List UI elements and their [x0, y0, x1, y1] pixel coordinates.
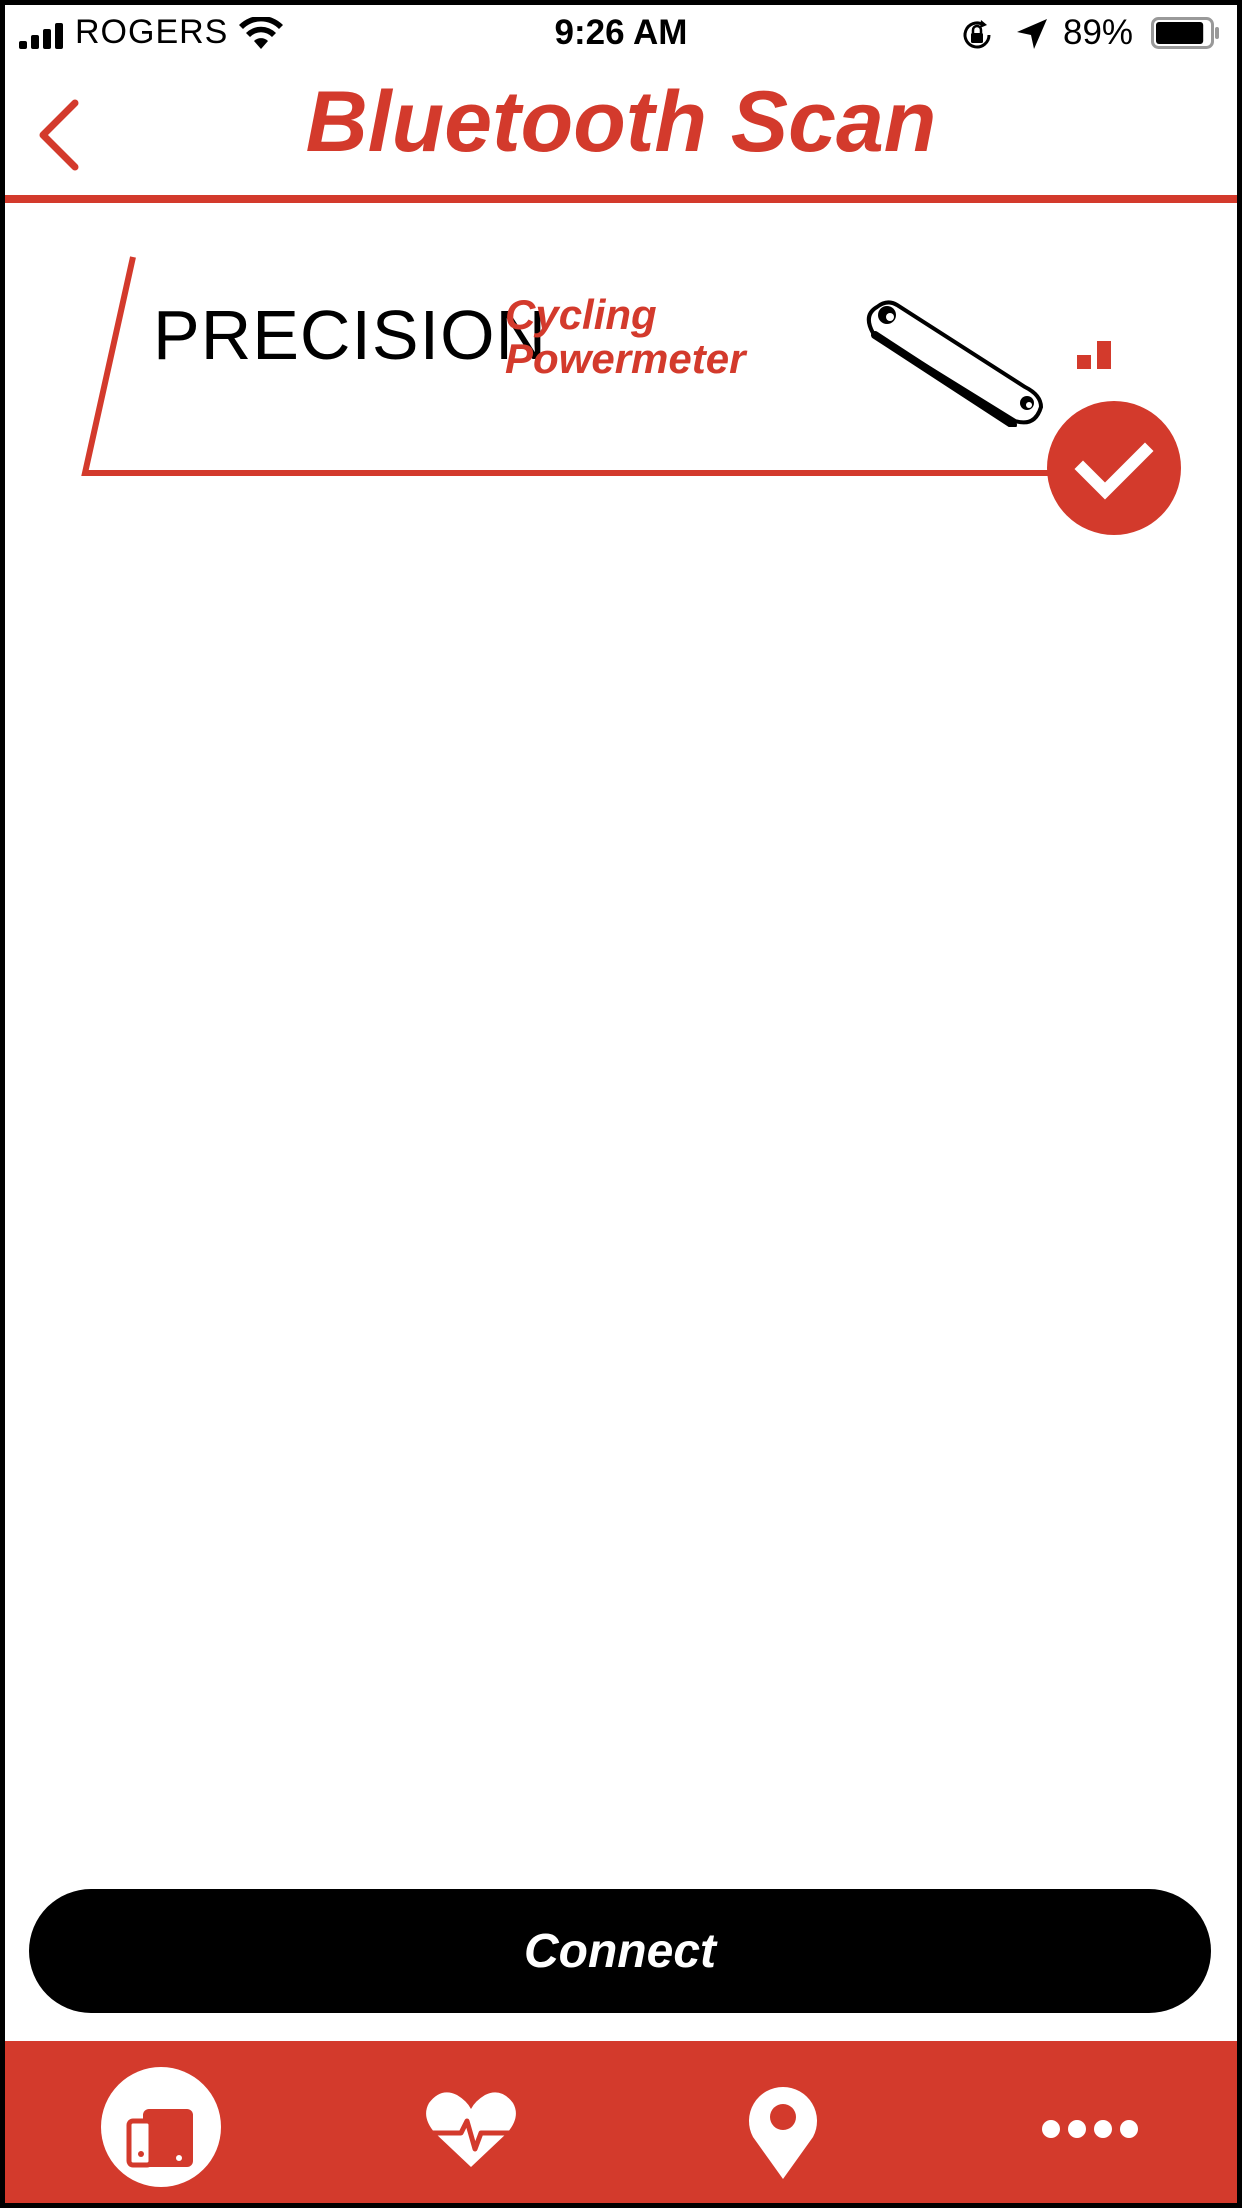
- crank-arm-icon: [866, 300, 1044, 427]
- tab-location[interactable]: [703, 2041, 863, 2203]
- device-list-item[interactable]: PRECISION Cycling Powermeter: [65, 253, 1185, 543]
- location-arrow-icon: [1017, 19, 1047, 49]
- tab-more[interactable]: [1011, 2041, 1171, 2203]
- device-type-line1: Cycling: [505, 291, 657, 338]
- header-divider: [5, 195, 1237, 203]
- more-dots-icon: [1042, 2120, 1138, 2138]
- clock: 9:26 AM: [554, 13, 688, 52]
- battery-icon: [1151, 17, 1219, 49]
- tab-heart-rate[interactable]: [391, 2041, 551, 2203]
- battery-percent: 89%: [1063, 13, 1134, 52]
- signal-strength-icon: [1077, 341, 1111, 369]
- rotation-lock-icon: [963, 20, 991, 49]
- tab-bar: [5, 2041, 1237, 2203]
- status-bar: ROGERS 9:26 AM 89%: [5, 5, 1237, 63]
- device-brand: PRECISION: [153, 296, 548, 374]
- connect-button[interactable]: Connect: [29, 1889, 1211, 2013]
- nav-header: Bluetooth Scan: [5, 63, 1237, 195]
- app-screen: ROGERS 9:26 AM 89% Bluetooth Scan PRECIS…: [5, 5, 1237, 2203]
- device-type-line2: Powermeter: [505, 335, 746, 382]
- heart-rate-icon: [425, 2092, 517, 2167]
- selected-check-icon[interactable]: [1047, 401, 1181, 535]
- location-pin-icon: [749, 2087, 817, 2179]
- tab-devices[interactable]: [81, 2041, 241, 2203]
- devices-icon: [101, 2067, 221, 2187]
- page-title: Bluetooth Scan: [305, 74, 937, 170]
